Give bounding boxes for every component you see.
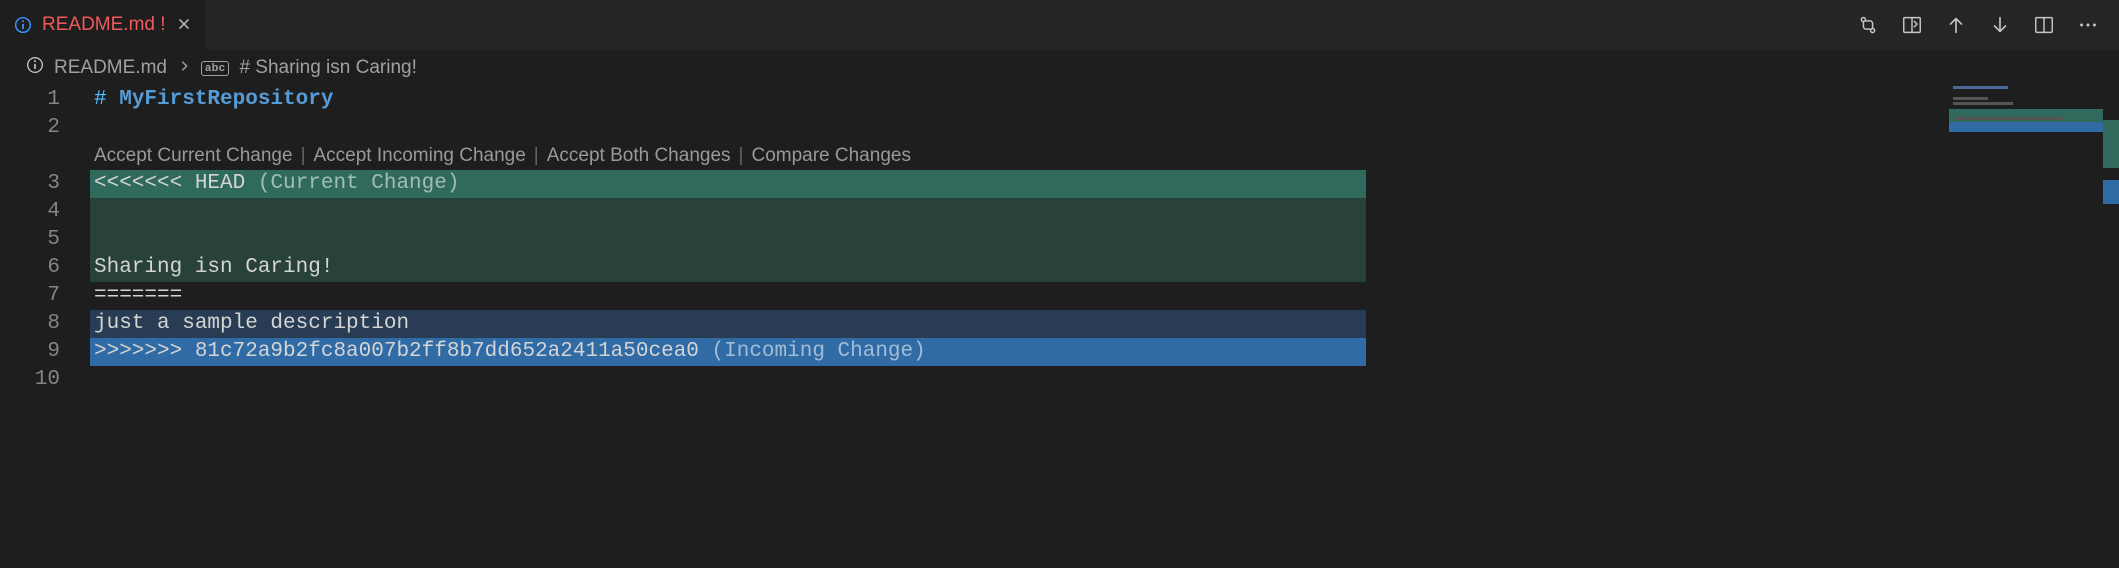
accept-both-link[interactable]: Accept Both Changes (547, 145, 731, 167)
accept-current-link[interactable]: Accept Current Change (94, 145, 293, 167)
line-number: 6 (0, 254, 60, 282)
overview-ruler[interactable] (2103, 50, 2119, 568)
minimap[interactable] (1949, 86, 2119, 386)
line-number: 4 (0, 198, 60, 226)
close-icon[interactable] (176, 16, 192, 35)
editor[interactable]: 1 2 3 4 5 6 7 8 9 10 # MyFirstRepository… (0, 86, 2119, 394)
code-line[interactable] (90, 114, 1919, 142)
more-actions-icon[interactable] (2075, 12, 2101, 38)
line-numbers: 1 2 3 4 5 6 7 8 9 10 (0, 86, 90, 394)
editor-actions (1855, 0, 2119, 50)
code-line[interactable] (90, 198, 1366, 226)
tab-readme[interactable]: README.md ! (0, 0, 207, 50)
code-line[interactable]: just a sample description (90, 310, 1366, 338)
info-icon (14, 16, 32, 34)
md-heading-text: MyFirstRepository (119, 88, 333, 111)
tab-bar: README.md ! (0, 0, 2119, 50)
compare-changes-icon[interactable] (1855, 12, 1881, 38)
line-number: 3 (0, 170, 60, 198)
conflict-incoming-marker[interactable]: >>>>>>> 81c72a9b2fc8a007b2ff8b7dd652a241… (90, 338, 1366, 366)
line-number: 7 (0, 282, 60, 310)
arrow-up-icon[interactable] (1943, 12, 1969, 38)
info-icon (26, 56, 44, 80)
line-number: 2 (0, 114, 60, 142)
line-number: 8 (0, 310, 60, 338)
code-line[interactable]: # MyFirstRepository (90, 86, 1919, 114)
tab-filename: README.md ! (42, 14, 166, 36)
line-number: 1 (0, 86, 60, 114)
code-line[interactable] (90, 366, 1919, 394)
arrow-down-icon[interactable] (1987, 12, 2013, 38)
line-number: 5 (0, 226, 60, 254)
line-number: 9 (0, 338, 60, 366)
symbol-string-icon: abc (201, 61, 229, 76)
breadcrumb-file[interactable]: README.md (54, 57, 167, 79)
merge-codelens: Accept Current Change | Accept Incoming … (90, 142, 1919, 170)
compare-changes-link[interactable]: Compare Changes (751, 145, 910, 167)
open-preview-icon[interactable] (1899, 12, 1925, 38)
conflict-separator[interactable]: ======= (90, 282, 1919, 310)
chevron-right-icon (177, 57, 191, 79)
md-heading-hash: # (94, 88, 119, 111)
conflict-head-marker[interactable]: <<<<<<< HEAD (Current Change) (90, 170, 1366, 198)
split-editor-icon[interactable] (2031, 12, 2057, 38)
line-number: 10 (0, 366, 60, 394)
code-line[interactable]: Sharing isn Caring! (90, 254, 1366, 282)
code-area[interactable]: # MyFirstRepository Accept Current Chang… (90, 86, 2119, 394)
accept-incoming-link[interactable]: Accept Incoming Change (314, 145, 526, 167)
breadcrumb[interactable]: README.md abc # Sharing isn Caring! (0, 50, 2119, 86)
breadcrumb-symbol[interactable]: # Sharing isn Caring! (239, 57, 416, 79)
code-line[interactable] (90, 226, 1366, 254)
